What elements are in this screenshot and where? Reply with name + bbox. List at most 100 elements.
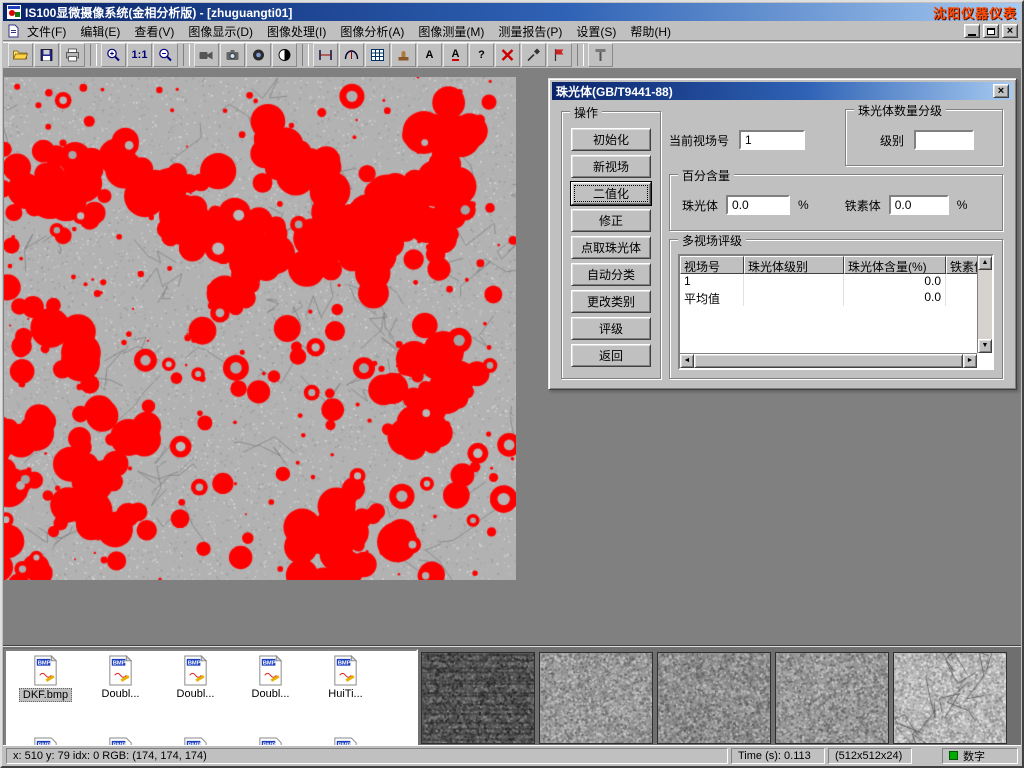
zoom-in-icon <box>105 47 122 63</box>
scroll-right-icon[interactable]: ► <box>963 354 977 368</box>
table-header-row: 视场号 珠光体级别 珠光体含量(%) 铁素体含量(%) <box>680 256 992 274</box>
toolbar-button-save[interactable] <box>34 43 59 67</box>
file-item[interactable]: BMP Doubl... <box>158 655 233 702</box>
toolbar-button-measure-distance[interactable] <box>313 43 338 67</box>
delete-icon <box>499 47 516 63</box>
grade-input[interactable] <box>914 130 974 150</box>
table-row[interactable]: 1 0.0 <box>680 274 992 290</box>
save-icon <box>38 47 55 63</box>
col-header-pearlite-content[interactable]: 珠光体含量(%) <box>844 256 946 274</box>
toolbar-button-zoom-in[interactable] <box>101 43 126 67</box>
op-button-return[interactable]: 返回 <box>571 344 651 367</box>
cell-pearlite-content: 0.0 <box>844 274 946 290</box>
toolbar-button-font[interactable]: A <box>443 43 468 67</box>
file-item[interactable]: BMP DKF.bmp <box>8 655 83 702</box>
pin-icon <box>592 47 609 63</box>
menu-item-help[interactable]: 帮助(H) <box>623 21 678 42</box>
toolbar-button-zoom-out[interactable] <box>153 43 178 67</box>
metallograph-image[interactable] <box>4 77 516 580</box>
child-restore-button[interactable] <box>983 24 999 38</box>
toolbar-button-print[interactable] <box>60 43 85 67</box>
scroll-up-icon[interactable]: ▲ <box>978 256 992 270</box>
toolbar-button-measure-angle[interactable] <box>339 43 364 67</box>
child-close-button[interactable]: × <box>1002 24 1018 38</box>
toolbar-button-text[interactable]: A <box>417 43 442 67</box>
toolbar-button-camera[interactable] <box>220 43 245 67</box>
file-item[interactable]: BMP Doubl... <box>83 655 158 702</box>
titlebar[interactable]: IS100显微摄像系统(金相分析版) - [zhuguangti01] 沈阳仪器… <box>3 3 1021 21</box>
bmp-file-icon: BMP <box>32 655 59 686</box>
toolbar-button-open[interactable] <box>8 43 33 67</box>
multi-field-group: 多视场评级 视场号 珠光体级别 珠光体含量(%) 铁素体含量(%) 1 0.0 … <box>669 239 1003 379</box>
results-table: 视场号 珠光体级别 珠光体含量(%) 铁素体含量(%) 1 0.0 平均值 0.… <box>678 254 994 370</box>
toolbar-button-grid[interactable] <box>365 43 390 67</box>
print-icon <box>64 47 81 63</box>
svg-text:BMP: BMP <box>338 661 351 667</box>
menu-item-image-process[interactable]: 图像处理(I) <box>260 21 333 42</box>
scroll-down-icon[interactable]: ▼ <box>978 339 992 353</box>
toolbar-separator <box>183 44 190 66</box>
menu-item-file[interactable]: 文件(F) <box>20 21 73 42</box>
menu-item-settings[interactable]: 设置(S) <box>569 21 623 42</box>
dialog-close-button[interactable]: × <box>993 84 1009 98</box>
toolbar-button-help[interactable]: ? <box>469 43 494 67</box>
dialog-titlebar[interactable]: 珠光体(GB/T9441-88) × <box>552 82 1013 100</box>
font-icon: A <box>452 49 460 61</box>
toolbar-button-delete[interactable] <box>495 43 520 67</box>
toolbar-button-pin[interactable] <box>588 43 613 67</box>
toolbar-separator <box>90 44 97 66</box>
vertical-scrollbar[interactable]: ▲ ▼ <box>977 256 992 353</box>
op-button-binarize[interactable]: 二值化 <box>571 182 651 205</box>
cell-grade <box>744 274 844 290</box>
pearlite-label: 珠光体 <box>682 197 718 214</box>
toolbar-button-video[interactable] <box>194 43 219 67</box>
op-button-change-class[interactable]: 更改类别 <box>571 290 651 313</box>
svg-text:BMP: BMP <box>38 661 51 667</box>
ferrite-input[interactable] <box>889 195 949 215</box>
thumbnail-image[interactable] <box>775 652 889 744</box>
actual-size-icon: 1:1 <box>132 49 148 61</box>
menu-item-edit[interactable]: 编辑(E) <box>73 21 127 42</box>
menu-item-image-display[interactable]: 图像显示(D) <box>181 21 260 42</box>
scrollbar-thumb[interactable] <box>694 354 963 368</box>
toolbar-button-picker[interactable] <box>521 43 546 67</box>
thumbnail-image[interactable] <box>421 652 535 744</box>
horizontal-scrollbar[interactable]: ◄ ► <box>680 353 977 368</box>
thumbnail-image[interactable] <box>657 652 771 744</box>
thumbnail-image[interactable] <box>539 652 653 744</box>
grade-group-label: 珠光体数量分级 <box>854 102 946 119</box>
menu-item-image-analysis[interactable]: 图像分析(A) <box>333 21 411 42</box>
table-row[interactable]: 平均值 0.0 <box>680 290 992 306</box>
toolbar-button-snapshot[interactable] <box>246 43 271 67</box>
menu-item-view[interactable]: 查看(V) <box>127 21 181 42</box>
ferrite-label: 铁素体 <box>845 197 881 214</box>
child-minimize-button[interactable] <box>964 24 980 38</box>
toolbar-button-flag[interactable] <box>547 43 572 67</box>
op-button-pick-pearlite[interactable]: 点取珠光体 <box>571 236 651 259</box>
svg-text:BMP: BMP <box>113 661 126 667</box>
file-item[interactable]: BMP HuiTi... <box>308 655 383 702</box>
op-button-grade[interactable]: 评级 <box>571 317 651 340</box>
pearlite-dialog: 珠光体(GB/T9441-88) × 操作 初始化 新视场 二值化 修正 点取珠… <box>548 78 1017 390</box>
op-button-initialize[interactable]: 初始化 <box>571 128 651 151</box>
toolbar-button-contrast[interactable] <box>272 43 297 67</box>
col-header-field-no[interactable]: 视场号 <box>680 256 744 274</box>
toolbar-button-actual-size[interactable]: 1:1 <box>127 43 152 67</box>
flag-icon <box>551 47 568 63</box>
op-button-correct[interactable]: 修正 <box>571 209 651 232</box>
col-header-pearlite-grade[interactable]: 珠光体级别 <box>744 256 844 274</box>
toolbar-button-stamp[interactable] <box>391 43 416 67</box>
menu-item-image-measure[interactable]: 图像测量(M) <box>411 21 491 42</box>
op-button-new-field[interactable]: 新视场 <box>571 155 651 178</box>
thumbnail-image[interactable] <box>893 652 1007 744</box>
op-button-auto-classify[interactable]: 自动分类 <box>571 263 651 286</box>
bmp-file-icon: BMP <box>332 655 359 686</box>
scroll-left-icon[interactable]: ◄ <box>680 354 694 368</box>
text-icon: A <box>426 49 434 61</box>
menu-item-report[interactable]: 测量报告(P) <box>491 21 569 42</box>
current-field-input[interactable] <box>739 130 805 150</box>
pearlite-input[interactable] <box>726 195 790 215</box>
file-name: HuiTi... <box>325 688 365 700</box>
file-row: BMP DKF.bmp BMP Doubl... <box>8 655 383 702</box>
file-item[interactable]: BMP Doubl... <box>233 655 308 702</box>
